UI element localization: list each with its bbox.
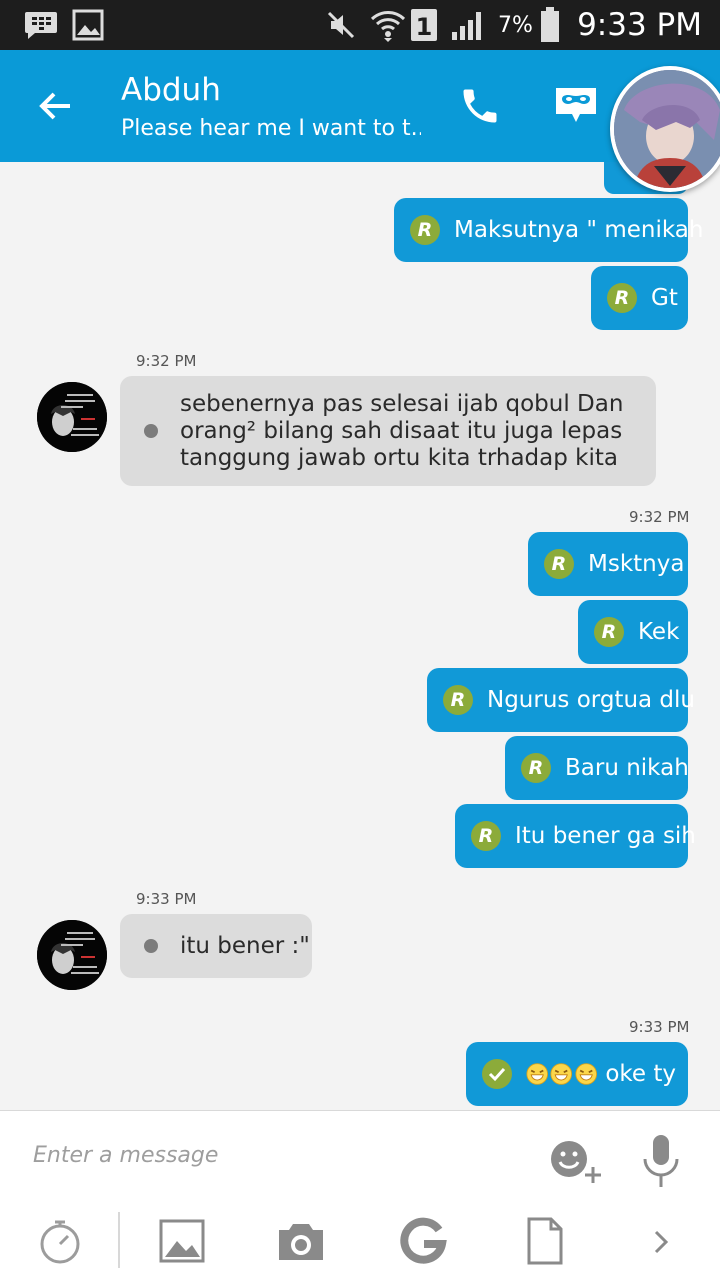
contact-avatar-small[interactable] [37, 920, 107, 990]
message-timestamp: 9:33 PM [136, 890, 197, 908]
image-icon[interactable] [158, 1216, 208, 1266]
signal-icon [450, 0, 488, 50]
timer-icon[interactable] [36, 1216, 86, 1266]
message-text: Ngurus orgtua dlu [487, 687, 695, 713]
microphone-icon[interactable] [640, 1133, 682, 1189]
message-timestamp: 9:33 PM [629, 1018, 690, 1036]
emoji-add-icon[interactable] [547, 1135, 605, 1187]
toolbar-divider [118, 1212, 120, 1268]
attachment-toolbar [0, 1204, 720, 1280]
message-timestamp: 9:32 PM [629, 508, 690, 526]
outgoing-message[interactable]: R Maksutnya " menikah [394, 198, 703, 262]
message-text: Baru nikah [565, 755, 689, 781]
message-timestamp: 9:32 PM [136, 352, 197, 370]
message-text: Msktnya [588, 551, 685, 577]
status-bar: 1 7% 9:33 PM [0, 0, 720, 50]
image-notification-icon [72, 0, 104, 50]
read-status-badge: R [471, 821, 501, 851]
file-icon[interactable] [520, 1216, 570, 1266]
wifi-icon [370, 0, 406, 50]
laughing-emoji-icon [575, 1063, 597, 1085]
incoming-message[interactable]: sebenernya pas selesai ijab qobul Dan or… [120, 376, 656, 486]
message-text: itu bener :" [180, 933, 310, 959]
read-status-badge: R [443, 685, 473, 715]
message-input[interactable]: Enter a message [33, 1143, 218, 1168]
incoming-message[interactable]: itu bener :" [120, 914, 312, 978]
unread-dot [144, 939, 158, 953]
contact-avatar-small[interactable] [37, 382, 107, 452]
message-text: Kek [638, 619, 680, 645]
sim-1-icon: 1 [410, 0, 438, 50]
clock: 9:33 PM [577, 7, 702, 43]
laughing-emoji-icon [550, 1063, 573, 1085]
contact-name[interactable]: Abduh [121, 72, 221, 108]
phone-icon[interactable] [458, 84, 502, 128]
camera-icon[interactable] [276, 1216, 326, 1266]
outgoing-message[interactable]: oke ty [466, 1042, 688, 1106]
outgoing-message[interactable]: R Itu bener ga sih [455, 804, 696, 868]
svg-text:1: 1 [416, 13, 433, 41]
outgoing-message[interactable]: R Baru nikah [505, 736, 689, 800]
message-text: sebenernya pas selesai ijab qobul Dan or… [180, 390, 624, 471]
laughing-emoji-icon [526, 1063, 549, 1085]
read-status-badge: R [594, 617, 624, 647]
battery-icon [540, 0, 560, 50]
contact-avatar[interactable] [610, 66, 720, 192]
read-status-badge: R [607, 283, 637, 313]
contact-status-message[interactable]: Please hear me I want to t... [121, 116, 421, 141]
outgoing-message[interactable]: R Msktnya [528, 532, 688, 596]
message-composer: Enter a message [0, 1110, 720, 1204]
mute-icon [326, 0, 356, 50]
delivered-check-icon [482, 1059, 512, 1089]
back-arrow-icon[interactable] [34, 84, 78, 128]
read-status-badge: R [544, 549, 574, 579]
google-icon[interactable] [398, 1216, 448, 1266]
battery-percent: 7% [498, 12, 533, 38]
mask-icon[interactable] [552, 84, 600, 128]
message-text: oke ty [605, 1061, 676, 1087]
message-text: Gt [651, 285, 678, 311]
chevron-right-icon[interactable] [642, 1216, 692, 1266]
outgoing-message[interactable]: R Ngurus orgtua dlu [427, 668, 695, 732]
message-text: Itu bener ga sih [515, 823, 696, 849]
bbm-notification-icon [24, 0, 58, 50]
message-text: Maksutnya " menikah [454, 217, 704, 243]
read-status-badge: R [521, 753, 551, 783]
outgoing-message[interactable]: R Gt [591, 266, 688, 330]
outgoing-message[interactable]: R Kek [578, 600, 688, 664]
unread-dot [144, 424, 158, 438]
read-status-badge: R [410, 215, 440, 245]
